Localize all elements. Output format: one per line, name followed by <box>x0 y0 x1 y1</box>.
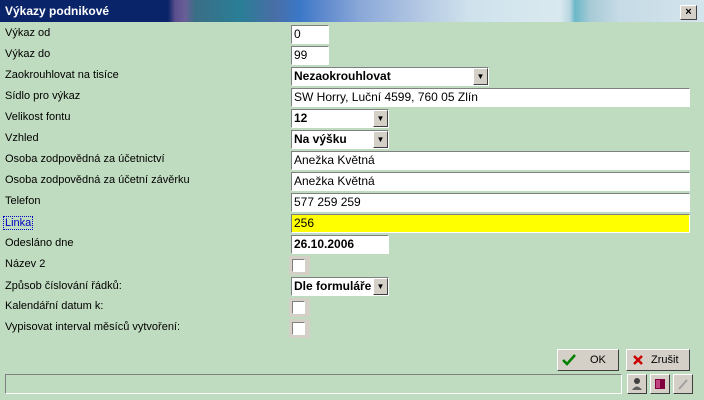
label-odeslano: Odesláno dne <box>5 237 74 249</box>
pencil-icon[interactable] <box>673 374 693 394</box>
vykaz-od-input[interactable]: 0 <box>291 25 329 44</box>
cancel-label: Zrušit <box>651 354 679 366</box>
kalendarni-datum-checkbox[interactable] <box>292 301 305 314</box>
osoba-zaverka-input[interactable]: Anežka Květná <box>291 172 690 191</box>
odeslano-input[interactable]: 26.10.2006 <box>291 235 389 254</box>
book-icon[interactable] <box>650 374 670 394</box>
linka-input[interactable]: 256 <box>291 214 690 233</box>
pencil-glyph-icon <box>678 379 688 390</box>
sidlo-input[interactable]: SW Horry, Luční 4599, 760 05 Zlín <box>291 88 690 107</box>
help-person-icon[interactable] <box>627 374 647 394</box>
vykaz-do-input[interactable]: 99 <box>291 46 329 65</box>
label-osoba-zaverka: Osoba zodpovědná za účetní závěrku <box>5 174 190 186</box>
label-vykaz-od: Výkaz od <box>5 27 51 39</box>
label-osoba-ucetnictvi: Osoba zodpovědná za účetnictví <box>5 153 165 165</box>
label-linka[interactable]: Linka <box>3 216 34 230</box>
chevron-down-icon[interactable]: ▼ <box>473 68 488 85</box>
label-vykaz-do: Výkaz do <box>5 48 51 60</box>
x-icon <box>633 355 643 365</box>
label-telefon: Telefon <box>5 195 41 207</box>
zaokrouhlovat-value: Nezaokrouhlovat <box>294 69 391 83</box>
zpusob-cislovani-value: Dle formuláře <box>294 279 372 293</box>
title-bar: Výkazy podnikové × <box>0 0 704 22</box>
chevron-down-icon[interactable]: ▼ <box>373 110 388 127</box>
label-vzhled: Vzhled <box>5 132 39 144</box>
zpusob-cislovani-select[interactable]: Dle formuláře ▼ <box>291 277 389 296</box>
ok-button[interactable]: OK <box>557 349 619 371</box>
label-velikost-fontu: Velikost fontu <box>5 111 71 123</box>
person-icon <box>632 378 642 390</box>
telefon-input[interactable]: 577 259 259 <box>291 193 690 212</box>
velikost-fontu-value: 12 <box>294 111 308 125</box>
book-glyph-icon <box>655 379 665 389</box>
label-kalendarni-datum: Kalendářní datum k: <box>5 300 104 312</box>
cancel-button[interactable]: Zrušit <box>626 349 690 371</box>
window-title: Výkazy podnikové <box>5 4 110 18</box>
check-icon <box>562 354 576 366</box>
velikost-fontu-select[interactable]: 12 ▼ <box>291 109 389 128</box>
interval-mesicu-checkbox[interactable] <box>292 322 305 335</box>
chevron-down-icon[interactable]: ▼ <box>373 278 388 295</box>
label-zaokrouhlovat: Zaokrouhlovat na tisíce <box>5 69 119 81</box>
ok-label: OK <box>590 354 606 366</box>
vzhled-value: Na výšku <box>294 132 347 146</box>
chevron-down-icon[interactable]: ▼ <box>373 131 388 148</box>
label-zpusob-cislovani: Způsob číslování řádků: <box>5 280 122 292</box>
status-bar <box>5 374 622 394</box>
label-nazev2: Název 2 <box>5 258 46 270</box>
label-sidlo: Sídlo pro výkaz <box>5 90 81 102</box>
zaokrouhlovat-select[interactable]: Nezaokrouhlovat ▼ <box>291 67 489 86</box>
nazev2-checkbox[interactable] <box>292 259 305 272</box>
label-interval-mesicu: Vypisovat interval měsíců vytvoření: <box>5 321 181 333</box>
vzhled-select[interactable]: Na výšku ▼ <box>291 130 389 149</box>
osoba-ucetnictvi-input[interactable]: Anežka Květná <box>291 151 690 170</box>
close-button[interactable]: × <box>680 5 697 20</box>
